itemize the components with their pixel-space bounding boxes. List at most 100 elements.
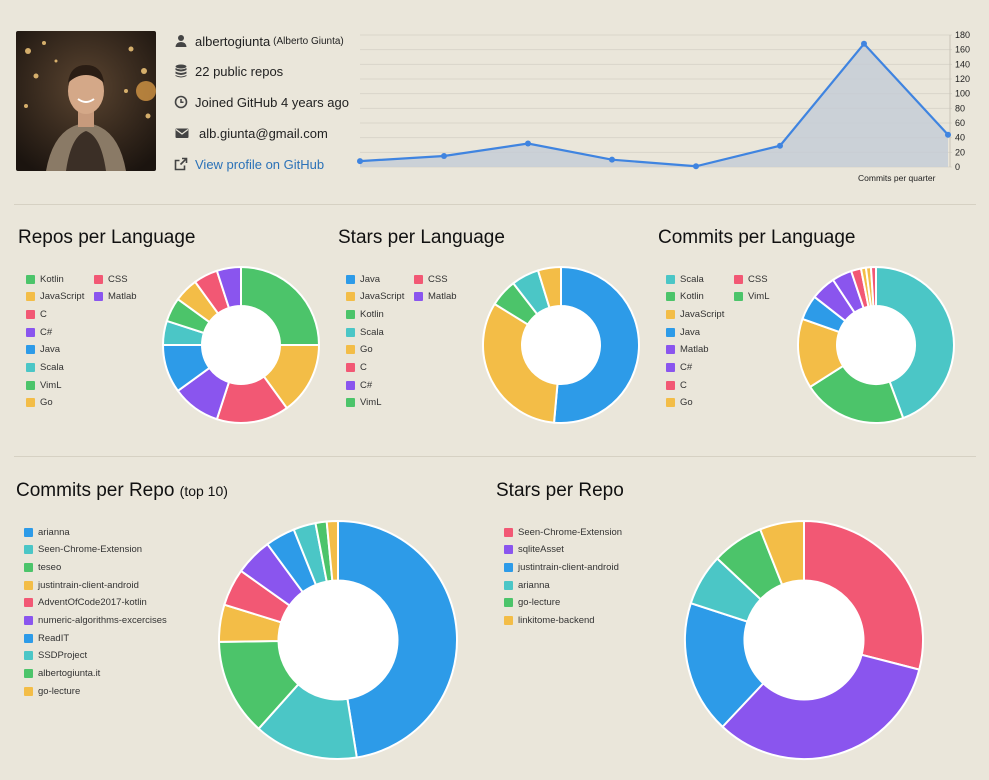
legend-item-matlab[interactable]: Matlab: [94, 291, 137, 303]
commits-point[interactable]: [945, 131, 951, 138]
legend-item-c[interactable]: C: [346, 362, 367, 374]
legend-swatch: [504, 527, 513, 537]
legend-item-go-lecture[interactable]: go-lecture: [504, 597, 560, 609]
legend-item-arianna[interactable]: arianna: [24, 526, 70, 538]
legend-item-seen-chrome-extension[interactable]: Seen-Chrome-Extension: [24, 544, 142, 556]
commits-point[interactable]: [861, 40, 867, 47]
legend-item-kotlin[interactable]: Kotlin: [666, 291, 704, 303]
legend-item-matlab[interactable]: Matlab: [666, 344, 709, 356]
legend-swatch: [666, 345, 675, 355]
repos-per-language-donut: [161, 265, 321, 424]
legend-label: Kotlin: [360, 308, 384, 320]
y-tick-label: 160: [955, 45, 970, 55]
commits-point[interactable]: [525, 140, 531, 147]
legend-item-seen-chrome-extension[interactable]: Seen-Chrome-Extension: [504, 526, 622, 538]
profile-email[interactable]: alb.giunta@gmail.com: [199, 126, 328, 141]
legend-item-java[interactable]: Java: [26, 344, 60, 356]
legend-swatch: [24, 616, 33, 625]
legend-item-go[interactable]: Go: [26, 397, 53, 409]
legend-item-linkitome-backend[interactable]: linkitome-backend: [504, 615, 595, 627]
legend-swatch: [346, 398, 355, 408]
legend-item-numeric-algorithms-excercises[interactable]: numeric-algorithms-excercises: [24, 615, 167, 627]
legend-swatch: [26, 309, 35, 319]
legend-label: Java: [680, 326, 701, 338]
legend-item-kotlin[interactable]: Kotlin: [346, 308, 384, 320]
legend-item-go[interactable]: Go: [666, 397, 693, 409]
legend-item-css[interactable]: CSS: [734, 273, 768, 285]
legend-swatch: [26, 292, 35, 302]
legend-item-go[interactable]: Go: [346, 344, 373, 356]
legend-item-c[interactable]: C#: [26, 326, 52, 338]
legend-item-albertogiunta-it[interactable]: albertogiunta.it: [24, 668, 100, 680]
legend-swatch: [26, 345, 35, 355]
legend-item-matlab[interactable]: Matlab: [414, 291, 457, 303]
legend-item-teseo[interactable]: teseo: [24, 561, 61, 573]
legend-label: CSS: [428, 273, 448, 285]
legend-item-java[interactable]: Java: [346, 273, 380, 285]
legend-item-viml[interactable]: VimL: [26, 379, 61, 391]
legend-item-c[interactable]: C#: [666, 362, 692, 374]
legend-swatch: [26, 380, 35, 390]
legend-label: Seen-Chrome-Extension: [518, 526, 623, 538]
legend-swatch: [24, 562, 33, 572]
donut-hole: [522, 306, 600, 384]
legend-item-scala[interactable]: Scala: [666, 273, 704, 285]
legend-label: albertogiunta.it: [38, 668, 101, 680]
legend-swatch: [26, 274, 35, 284]
legend-label: C: [680, 379, 687, 391]
commits-per-repo-donut: [217, 519, 458, 760]
legend-item-scala[interactable]: Scala: [346, 326, 384, 338]
legend-label: arianna: [38, 526, 70, 538]
legend-swatch: [666, 363, 675, 372]
envelope-icon: [175, 128, 189, 138]
commits-point[interactable]: [777, 142, 783, 149]
legend-label: Matlab: [680, 344, 709, 356]
legend-label: teseo: [38, 561, 62, 573]
legend-item-javascript[interactable]: JavaScript: [666, 308, 724, 320]
legend-item-justintrain-client-android[interactable]: justintrain-client-android: [504, 561, 619, 573]
legend-item-javascript[interactable]: JavaScript: [346, 291, 404, 303]
legend-label: VimL: [748, 291, 770, 303]
legend-item-adventofcode2017-kotlin[interactable]: AdventOfCode2017-kotlin: [24, 597, 147, 609]
legend-item-viml[interactable]: VimL: [734, 291, 769, 303]
legend-label: VimL: [360, 397, 382, 409]
legend-item-c[interactable]: C#: [346, 379, 372, 391]
legend-swatch: [346, 380, 355, 390]
legend-swatch: [24, 545, 33, 555]
legend-swatch: [666, 274, 675, 284]
legend-item-readit[interactable]: ReadIT: [24, 632, 69, 644]
legend-swatch: [346, 363, 355, 372]
clock-icon: [174, 95, 188, 109]
profile-email-row: alb.giunta@gmail.com: [174, 123, 328, 143]
legend-item-java[interactable]: Java: [666, 326, 700, 338]
legend-item-sqliteasset[interactable]: sqliteAsset: [504, 544, 564, 556]
legend-item-justintrain-client-android[interactable]: justintrain-client-android: [24, 579, 139, 591]
view-profile-link[interactable]: View profile on GitHub: [195, 157, 324, 172]
commits-point[interactable]: [441, 153, 447, 159]
legend-label: go-lecture: [38, 685, 81, 697]
legend-item-css[interactable]: CSS: [94, 273, 128, 285]
legend-item-c[interactable]: C: [26, 308, 47, 320]
commits-point[interactable]: [609, 156, 615, 163]
legend-swatch: [346, 292, 355, 302]
legend-item-viml[interactable]: VimL: [346, 397, 381, 409]
legend-item-arianna[interactable]: arianna: [504, 579, 550, 591]
legend-swatch: [666, 380, 675, 390]
legend-item-scala[interactable]: Scala: [26, 362, 64, 374]
legend-label: C#: [680, 362, 693, 373]
legend-item-css[interactable]: CSS: [414, 273, 448, 285]
y-tick-label: 0: [955, 162, 960, 172]
stars-per-repo-donut: [684, 519, 924, 760]
commits-point[interactable]: [357, 158, 363, 165]
legend-swatch: [734, 274, 743, 284]
legend-item-ssdproject[interactable]: SSDProject: [24, 650, 87, 662]
legend-item-kotlin[interactable]: Kotlin: [26, 273, 64, 285]
legend-label: Kotlin: [680, 291, 704, 303]
commits-point[interactable]: [693, 163, 699, 170]
legend-item-c[interactable]: C: [666, 379, 687, 391]
legend-item-javascript[interactable]: JavaScript: [26, 291, 84, 303]
legend-swatch: [26, 327, 35, 337]
legend-label: arianna: [518, 579, 550, 591]
legend-swatch: [414, 274, 423, 284]
legend-item-go-lecture[interactable]: go-lecture: [24, 685, 80, 697]
